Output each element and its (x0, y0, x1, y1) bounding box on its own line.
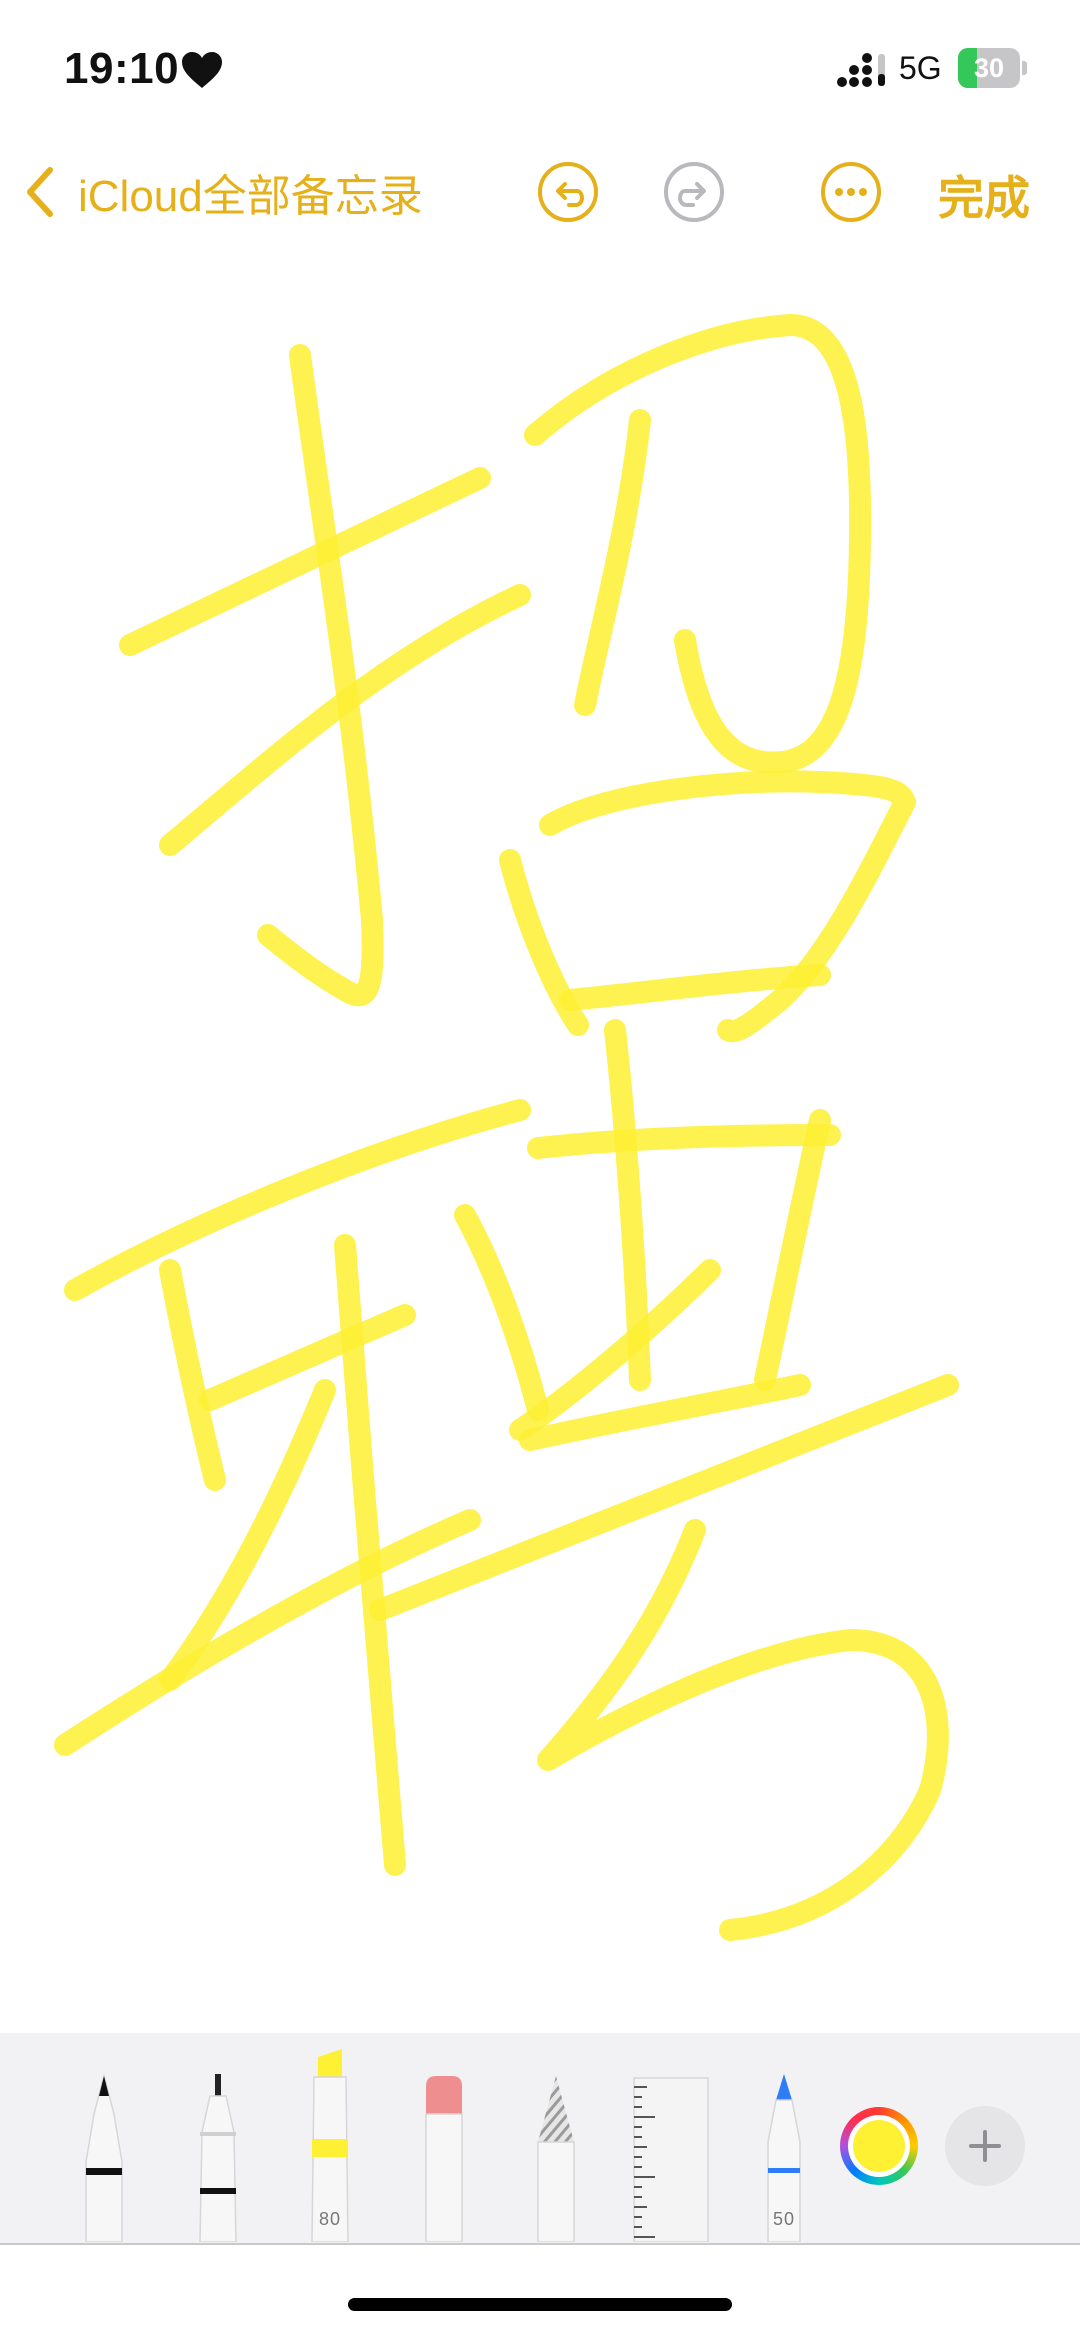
add-tool-button[interactable] (945, 2106, 1025, 2186)
more-icon[interactable] (819, 160, 883, 224)
signal-icon (837, 53, 885, 87)
ink-stroke (199, 1304, 416, 1411)
ink-stroke (119, 467, 491, 656)
ink-stroke (64, 1099, 531, 1301)
fineliner-tool-icon (199, 2074, 237, 2242)
pencil-tool-icon (537, 2076, 575, 2242)
ink-stroke (159, 1259, 226, 1491)
ink-stroke (527, 1124, 841, 1159)
ink-stroke (754, 1109, 831, 1391)
undo-icon[interactable] (536, 160, 600, 224)
pencil-tool[interactable] (528, 2072, 584, 2242)
back-label: iCloud全部备忘录 (78, 172, 423, 221)
status-time: 19:10 (64, 44, 180, 93)
ink-stroke (54, 1509, 481, 1756)
color-picker[interactable] (840, 2107, 918, 2185)
crayon-size: 50 (772, 2209, 796, 2229)
crayon-tool[interactable]: 50 (756, 2072, 812, 2242)
pen-tool[interactable] (76, 2072, 132, 2242)
pen-tool-icon (85, 2073, 123, 2242)
selected-color-swatch (853, 2120, 905, 2172)
fineliner-tool[interactable] (190, 2072, 246, 2242)
redo-icon[interactable] (662, 160, 726, 224)
eraser-tool[interactable] (416, 2072, 472, 2242)
ink-stroke (574, 409, 651, 716)
ink-stroke (537, 1519, 949, 1941)
ink-stroke (454, 1204, 549, 1421)
home-indicator[interactable] (348, 2298, 732, 2311)
highlighter-opacity: 80 (318, 2209, 342, 2229)
chevron-left-icon (27, 167, 53, 217)
status-bar: 19:10 5G 30 (0, 0, 1080, 140)
plus-icon (969, 2130, 1001, 2162)
highlighter-tool[interactable]: 80 (302, 2047, 358, 2242)
ruler-tool-icon (633, 2077, 709, 2242)
eraser-tool-icon (425, 2076, 463, 2242)
ruler-tool[interactable] (633, 2077, 709, 2242)
drawing-canvas[interactable] (0, 260, 1080, 2030)
network-label: 5G (899, 50, 942, 86)
ink-stroke (257, 344, 384, 1007)
battery-charging-icon: 30 (958, 48, 1028, 88)
back-button[interactable]: iCloud全部备忘录 (20, 160, 423, 224)
done-button[interactable]: 完成 (938, 162, 1030, 228)
heart-icon (182, 52, 222, 88)
battery-level: 30 (973, 53, 1005, 83)
